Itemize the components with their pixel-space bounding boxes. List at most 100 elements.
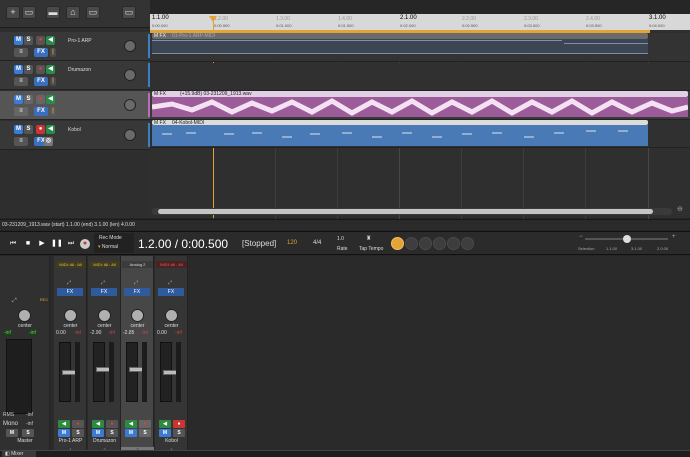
gain-value[interactable]: 0.00 (56, 330, 66, 336)
rec-arm-button[interactable]: ● (106, 420, 118, 428)
master-mute-button[interactable]: M (6, 429, 18, 437)
audio-input-icon[interactable]: | (50, 107, 56, 116)
solo-button[interactable]: S (24, 65, 33, 74)
stop-button[interactable]: ■ (23, 239, 33, 249)
solo-button[interactable]: S (173, 429, 185, 437)
go-to-end-button[interactable]: ⏭ (66, 239, 76, 249)
mono-button[interactable]: Mono (3, 421, 18, 427)
midi-input-icon[interactable]: | (50, 77, 56, 86)
rate-value[interactable]: 1.0 (337, 236, 344, 242)
volume-fader[interactable] (93, 342, 110, 402)
bpm-display[interactable]: 120 (287, 240, 297, 246)
monitor-icon[interactable]: ◀ (46, 95, 55, 104)
metronome-icon[interactable]: ♜ (366, 235, 371, 242)
input-monitor-icon[interactable]: ◎ (44, 137, 53, 146)
auto-toggle[interactable] (405, 237, 418, 250)
fx-button[interactable]: FX (34, 77, 48, 86)
play-button[interactable]: ▶ (37, 239, 47, 249)
zoom-out-icon[interactable]: ⊖ (677, 205, 685, 213)
rec-arm-button[interactable]: ● (72, 420, 84, 428)
fader-cap[interactable] (129, 367, 143, 372)
fader-cap[interactable] (96, 367, 110, 372)
fader-cap[interactable] (163, 370, 177, 375)
pan-knob[interactable] (131, 309, 144, 322)
record-button[interactable]: ● (80, 239, 90, 249)
mute-button[interactable]: M (58, 429, 70, 437)
input-select[interactable]: Analog 2 (122, 261, 153, 268)
fx-button[interactable]: FX (91, 288, 117, 296)
rec-mode-box[interactable]: Rec Mode ▾ Normal (94, 233, 134, 253)
mute-button[interactable]: M (14, 95, 23, 104)
midi-clip-body[interactable] (152, 125, 648, 146)
audio-clip-body[interactable] (151, 97, 689, 117)
automation-icon[interactable]: ≡ (14, 77, 28, 86)
solo-button[interactable]: S (24, 95, 33, 104)
volume-fader[interactable] (59, 342, 76, 402)
solo-button[interactable]: S (24, 125, 33, 134)
volume-knob[interactable] (124, 69, 136, 81)
track-header-2[interactable]: M S ● ◀ Drumazon ≡ FX | (0, 61, 150, 90)
volume-knob[interactable] (124, 99, 136, 111)
gain-value[interactable]: -2.90 (90, 330, 101, 336)
midi-input-icon[interactable]: | (50, 48, 56, 57)
pan-knob[interactable] (165, 309, 178, 322)
fader-cap[interactable] (62, 370, 76, 375)
pan-knob[interactable] (98, 309, 111, 322)
master-solo-button[interactable]: S (22, 429, 34, 437)
timeline-ruler[interactable]: 1.1.00 0:00.000 1.2.00 0:00.500 1.3.00 0… (150, 14, 690, 30)
mute-button[interactable]: M (92, 429, 104, 437)
mute-button[interactable]: M (14, 36, 23, 45)
monitor-button[interactable]: ◀ (92, 420, 104, 428)
track-header-3[interactable]: M S ● ◀ ≡ FX | (0, 91, 150, 120)
auto-toggle[interactable] (447, 237, 460, 250)
go-to-start-button[interactable]: ⏮ (8, 239, 18, 249)
time-signature[interactable]: 4/4 (313, 240, 321, 246)
position-display[interactable]: 1.2.00 / 0:00.500 (138, 237, 228, 251)
solo-button[interactable]: S (106, 429, 118, 437)
midi-clip-body[interactable] (152, 39, 648, 54)
volume-fader[interactable] (160, 342, 177, 402)
mixer-view-button[interactable]: ▬ (46, 6, 60, 19)
zoom-slider[interactable] (585, 235, 668, 243)
input-select[interactable]: MIDI: All : All (55, 261, 86, 268)
mute-button[interactable]: M (14, 125, 23, 134)
solo-button[interactable]: S (24, 36, 33, 45)
zoom-out-icon[interactable]: − (579, 234, 583, 240)
solo-button[interactable]: S (72, 429, 84, 437)
track-header-4[interactable]: M S ● ◀ Kobol ≡ FX ◎ (0, 121, 150, 150)
fx-button[interactable]: FX (34, 48, 48, 57)
add-track-button[interactable]: + (6, 6, 20, 19)
volume-knob[interactable] (124, 40, 136, 52)
auto-toggle[interactable] (461, 237, 474, 250)
pan-knob[interactable] (64, 309, 77, 322)
auto-toggle[interactable] (419, 237, 432, 250)
rec-arm-button[interactable]: ● (139, 420, 151, 428)
mixer-tab[interactable]: ◧ Mixer (2, 451, 36, 457)
solo-button[interactable]: S (139, 429, 151, 437)
monitor-button[interactable]: ◀ (125, 420, 137, 428)
master-pan-knob[interactable] (18, 309, 31, 322)
record-arm-button[interactable]: ● (36, 65, 45, 74)
zoom-slider-handle[interactable] (623, 235, 631, 243)
pause-button[interactable]: ❚❚ (51, 239, 63, 249)
rec-arm-button[interactable]: ● (173, 420, 185, 428)
monitor-icon[interactable]: ◀ (46, 36, 55, 45)
monitor-button[interactable]: ◀ (159, 420, 171, 428)
fx-button[interactable]: FX (57, 288, 83, 296)
monitor-icon[interactable]: ◀ (46, 125, 55, 134)
fx-button[interactable]: FX (158, 288, 184, 296)
record-arm-button[interactable]: ● (36, 95, 45, 104)
fx-button[interactable]: FX (124, 288, 150, 296)
horizontal-scrollbar[interactable] (152, 208, 672, 215)
zoom-in-icon[interactable]: + (672, 234, 676, 240)
lane-2[interactable] (150, 63, 690, 91)
record-arm-button[interactable]: ● (36, 125, 45, 134)
gain-value[interactable]: 0.00 (157, 330, 167, 336)
input-select[interactable]: MIDI: All : All (156, 261, 187, 268)
automation-icon[interactable]: ≡ (14, 48, 28, 57)
mute-button[interactable]: M (14, 65, 23, 74)
mute-button[interactable]: M (125, 429, 137, 437)
monitor-button[interactable]: ◀ (58, 420, 70, 428)
monitor-icon[interactable]: ◀ (46, 65, 55, 74)
record-arm-button[interactable]: ● (36, 36, 45, 45)
